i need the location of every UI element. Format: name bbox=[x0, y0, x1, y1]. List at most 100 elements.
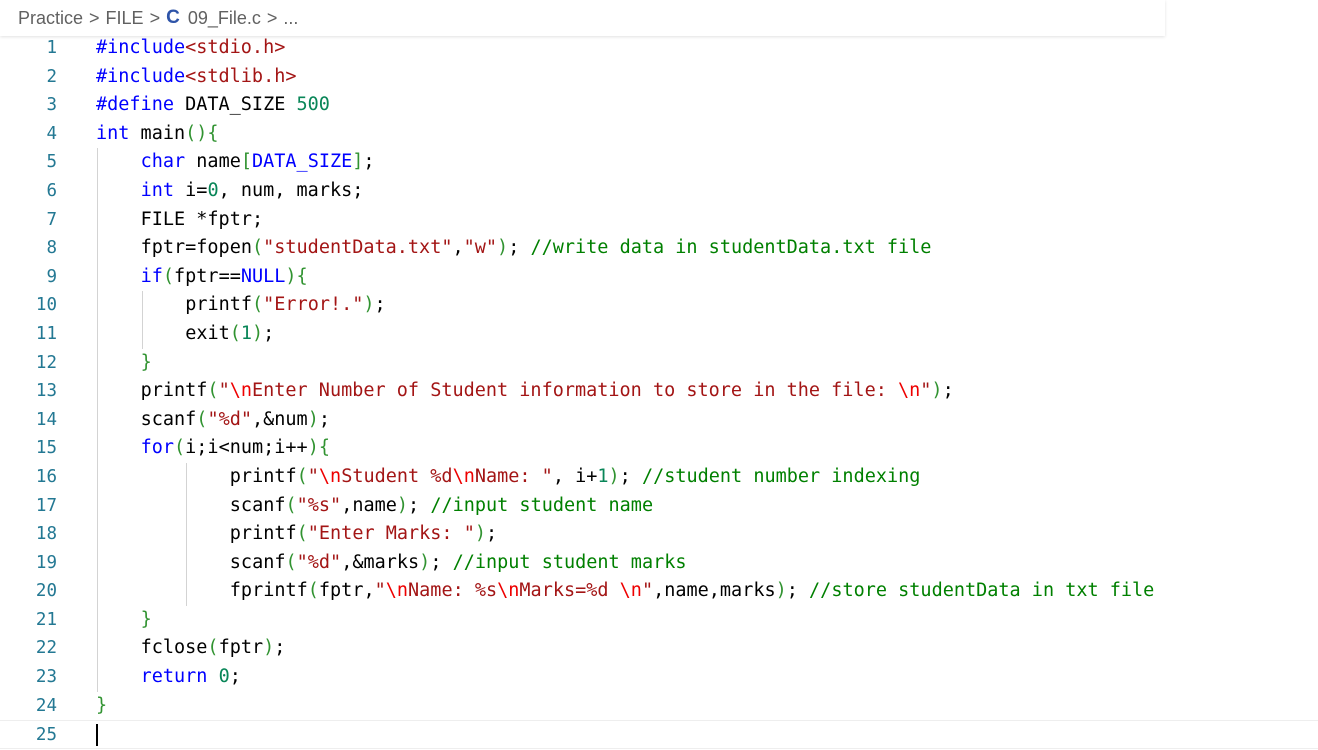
code-token: ( bbox=[307, 580, 319, 602]
code-line[interactable]: 2 #include<stdlib.h> bbox=[0, 63, 1318, 92]
breadcrumb-item-file-folder[interactable]: FILE bbox=[106, 8, 144, 29]
code-token: " bbox=[920, 380, 932, 402]
code-line[interactable]: 5 char name[DATA_SIZE]; bbox=[0, 148, 1318, 177]
code-token: ; bbox=[942, 380, 954, 402]
code-token: scanf bbox=[229, 551, 286, 573]
indent-guide bbox=[97, 377, 98, 406]
code-text: return 0; bbox=[141, 663, 241, 692]
code-token: scanf bbox=[229, 494, 286, 516]
breadcrumb-item-practice[interactable]: Practice bbox=[18, 8, 83, 29]
code-line[interactable]: 19 scanf("%d",&marks); //input student ma… bbox=[0, 548, 1318, 578]
indent-guide bbox=[97, 405, 98, 435]
code-token: \n bbox=[229, 380, 252, 402]
code-token: if bbox=[140, 265, 163, 287]
breadcrumb-item-symbols[interactable]: ... bbox=[283, 8, 298, 29]
code-line[interactable]: 14 scanf("%d",&num); bbox=[0, 405, 1318, 435]
code-line[interactable]: 4 int main(){ bbox=[0, 120, 1318, 149]
code-token: ; bbox=[318, 408, 330, 430]
code-token: NULL bbox=[240, 265, 286, 287]
code-line[interactable]: 1 #include<stdio.h> bbox=[0, 34, 1318, 63]
code-token: int bbox=[96, 122, 130, 144]
code-line[interactable]: 8 fptr=fopen("studentData.txt","w"); //wr… bbox=[0, 234, 1318, 263]
code-token: " bbox=[641, 580, 654, 602]
code-token: i;i<num;i++ bbox=[185, 437, 308, 459]
line-number: 24 bbox=[35, 695, 57, 716]
breadcrumb-item-filename[interactable]: 09_File.c bbox=[188, 8, 261, 29]
code-token: //store studentData in txt file bbox=[809, 580, 1155, 602]
code-line[interactable]: 16 printf("\nStudent %d\nName: ", i+1); /… bbox=[0, 462, 1318, 492]
code-line[interactable]: 10 printf("Error!."); bbox=[0, 291, 1318, 320]
code-line[interactable]: 13 printf("\nEnter Number of Student info… bbox=[0, 377, 1318, 406]
line-number: 2 bbox=[46, 66, 57, 87]
code-line[interactable]: 15 for(i;i<num;i++){ bbox=[0, 434, 1318, 463]
code-token: \n bbox=[497, 580, 520, 602]
code-text: int main(){ bbox=[96, 120, 219, 149]
code-token: fclose bbox=[140, 637, 208, 659]
indent-guide bbox=[141, 319, 143, 349]
code-token: ){ bbox=[307, 437, 330, 459]
chevron-right-icon: > bbox=[149, 7, 161, 28]
indent-guide bbox=[97, 520, 98, 549]
code-token: ) bbox=[608, 465, 620, 487]
code-token: ; bbox=[408, 494, 431, 516]
code-token: \n bbox=[898, 380, 921, 402]
indent-guide bbox=[97, 319, 98, 349]
code-token: ; bbox=[430, 551, 453, 573]
code-token: ( bbox=[252, 294, 264, 316]
text-cursor bbox=[96, 724, 98, 747]
code-token: "Enter Marks: " bbox=[307, 523, 475, 545]
code-line[interactable]: 9 if(fptr==NULL){ bbox=[0, 262, 1318, 292]
code-token: \n bbox=[318, 465, 342, 487]
code-text: #define DATA_SIZE 500 bbox=[96, 91, 330, 120]
code-token: 0 bbox=[207, 179, 219, 201]
code-token: return bbox=[140, 666, 208, 688]
code-editor[interactable]: 1 #include<stdio.h> 2 #include<stdlib.h> 3 #d… bbox=[0, 34, 1318, 749]
code-token: ( bbox=[251, 237, 264, 259]
code-token: scanf bbox=[140, 408, 197, 430]
code-token: " bbox=[218, 380, 230, 402]
indent-guide bbox=[97, 291, 98, 320]
code-text bbox=[96, 721, 98, 750]
line-number: 10 bbox=[35, 295, 57, 316]
line-number: 4 bbox=[46, 123, 57, 144]
code-token: ; bbox=[485, 523, 498, 545]
code-token: (){ bbox=[185, 122, 219, 144]
code-line[interactable]: 22 fclose(fptr); bbox=[0, 634, 1318, 664]
code-token: printf bbox=[229, 465, 297, 487]
indent-guide bbox=[97, 205, 98, 235]
code-line[interactable]: 23 return 0; bbox=[0, 663, 1318, 692]
line-number: 3 bbox=[46, 95, 57, 116]
code-line[interactable]: 3 #define DATA_SIZE 500 bbox=[0, 91, 1318, 120]
line-number: 1 bbox=[46, 38, 57, 58]
code-line[interactable]: 18 printf("Enter Marks: "); bbox=[0, 520, 1318, 549]
code-token: //write data in studentData.txt file bbox=[530, 237, 932, 259]
code-text: printf("\nEnter Number of Student inform… bbox=[141, 377, 954, 406]
line-number: 23 bbox=[35, 667, 57, 688]
code-line[interactable]: 6 int i=0, num, marks; bbox=[0, 176, 1318, 206]
code-line[interactable]: 20 fprintf(fptr,"\nName: %s\nMarks=%d \n"… bbox=[0, 577, 1318, 606]
code-line[interactable]: 11 exit(1); bbox=[0, 319, 1318, 349]
code-token: ) bbox=[396, 494, 409, 516]
code-line[interactable]: 12} bbox=[0, 348, 1318, 378]
indent-guide bbox=[97, 634, 98, 664]
code-token: ( bbox=[207, 637, 219, 659]
code-token: Name: %s bbox=[408, 580, 498, 602]
line-number: 18 bbox=[35, 524, 57, 545]
code-token: } bbox=[140, 608, 152, 630]
code-token: ) bbox=[497, 237, 509, 259]
line-number: 5 bbox=[46, 152, 57, 173]
code-line[interactable]: 17 scanf("%s",name); //input student name bbox=[0, 491, 1318, 521]
code-token: ; bbox=[263, 322, 275, 344]
code-token: \n bbox=[619, 580, 642, 602]
code-token: } bbox=[140, 351, 152, 373]
code-token: } bbox=[96, 694, 108, 716]
code-line[interactable]: 7 FILE *fptr; bbox=[0, 205, 1318, 235]
code-line[interactable]: 21} bbox=[0, 605, 1318, 635]
line-number: 22 bbox=[35, 638, 57, 659]
code-token: ; bbox=[786, 580, 810, 602]
code-line[interactable]: 24} bbox=[0, 692, 1318, 721]
code-token: ){ bbox=[285, 265, 308, 287]
code-token: \n bbox=[452, 465, 475, 487]
code-token: <stdlib.h> bbox=[185, 65, 297, 87]
code-token: ; bbox=[508, 237, 531, 259]
